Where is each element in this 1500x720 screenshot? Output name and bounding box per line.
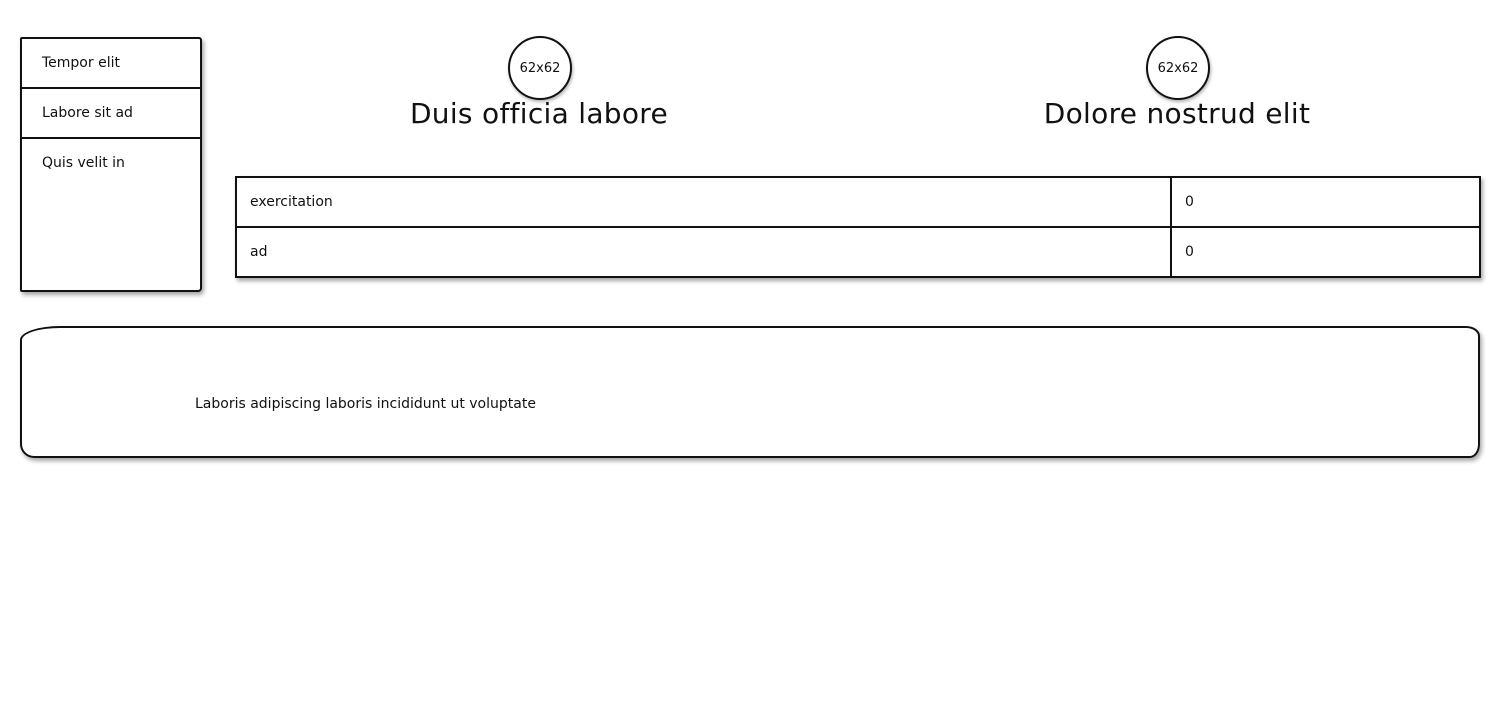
table-cell-value: 0 bbox=[1185, 244, 1194, 260]
panel-text: Laboris adipiscing laboris incididunt ut… bbox=[195, 396, 536, 412]
table-cell-name: ad bbox=[237, 228, 1172, 276]
table-cell-value: 0 bbox=[1185, 194, 1194, 210]
sidebar-nav: Tempor elit Labore sit ad Quis velit in bbox=[20, 37, 202, 292]
table-cell-name: exercitation bbox=[237, 178, 1172, 226]
card-title: Duis officia labore bbox=[409, 97, 669, 130]
avatar-label: 62x62 bbox=[1157, 60, 1199, 76]
sidebar-item-labore-sit-ad[interactable]: Labore sit ad bbox=[22, 89, 200, 139]
sidebar-item-tempor-elit[interactable]: Tempor elit bbox=[22, 39, 200, 89]
table-row: exercitation 0 bbox=[237, 178, 1479, 228]
avatar-placeholder: 62x62 bbox=[1146, 36, 1210, 100]
card-title: Dolore nostrud elit bbox=[1043, 97, 1311, 130]
text-panel: Laboris adipiscing laboris incididunt ut… bbox=[20, 326, 1480, 458]
table-row: ad 0 bbox=[237, 228, 1479, 276]
sidebar-item-label: Tempor elit bbox=[42, 55, 120, 71]
sidebar-item-label: Labore sit ad bbox=[42, 105, 133, 121]
sidebar-item-quis-velit-in[interactable]: Quis velit in bbox=[22, 139, 200, 189]
avatar-label: 62x62 bbox=[519, 60, 561, 76]
avatar-placeholder: 62x62 bbox=[508, 36, 572, 100]
sidebar-item-label: Quis velit in bbox=[42, 155, 125, 171]
data-table: exercitation 0 ad 0 bbox=[235, 176, 1481, 278]
